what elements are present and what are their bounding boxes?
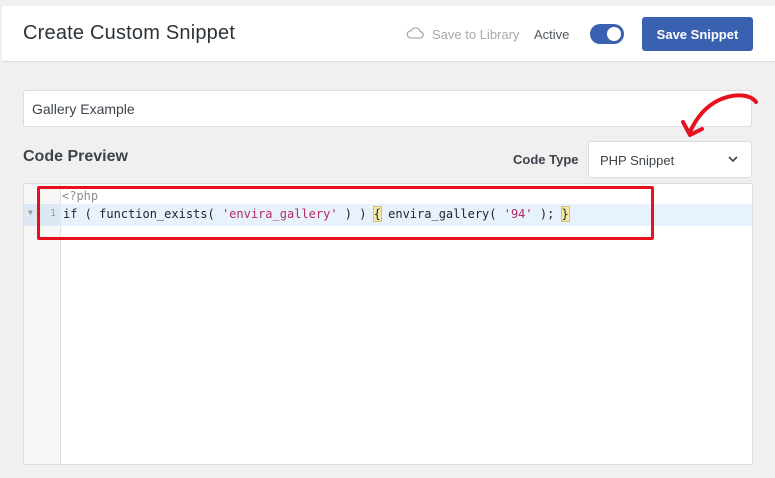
code-type-select[interactable]: PHP Snippet	[588, 141, 752, 178]
code-type-value: PHP Snippet	[600, 153, 675, 168]
chevron-down-icon	[727, 153, 739, 168]
page-header: Create Custom Snippet Save to Library Ac…	[2, 6, 775, 62]
fold-arrow-icon[interactable]: ▼	[28, 208, 33, 217]
toggle-knob	[607, 27, 621, 41]
code-type-label: Code Type	[513, 152, 579, 167]
save-to-library-label: Save to Library	[432, 26, 520, 42]
annotation-highlight-box	[37, 186, 654, 240]
active-toggle[interactable]	[590, 24, 624, 44]
code-preview-title: Code Preview	[23, 148, 128, 165]
cloud-icon	[406, 26, 424, 42]
page-title: Create Custom Snippet	[23, 22, 236, 44]
save-snippet-button[interactable]: Save Snippet	[642, 17, 753, 51]
annotation-arrow-icon	[681, 93, 758, 137]
active-label: Active	[534, 27, 570, 42]
save-to-library-button[interactable]: Save to Library	[406, 26, 519, 42]
snippet-title-input[interactable]	[23, 90, 752, 127]
